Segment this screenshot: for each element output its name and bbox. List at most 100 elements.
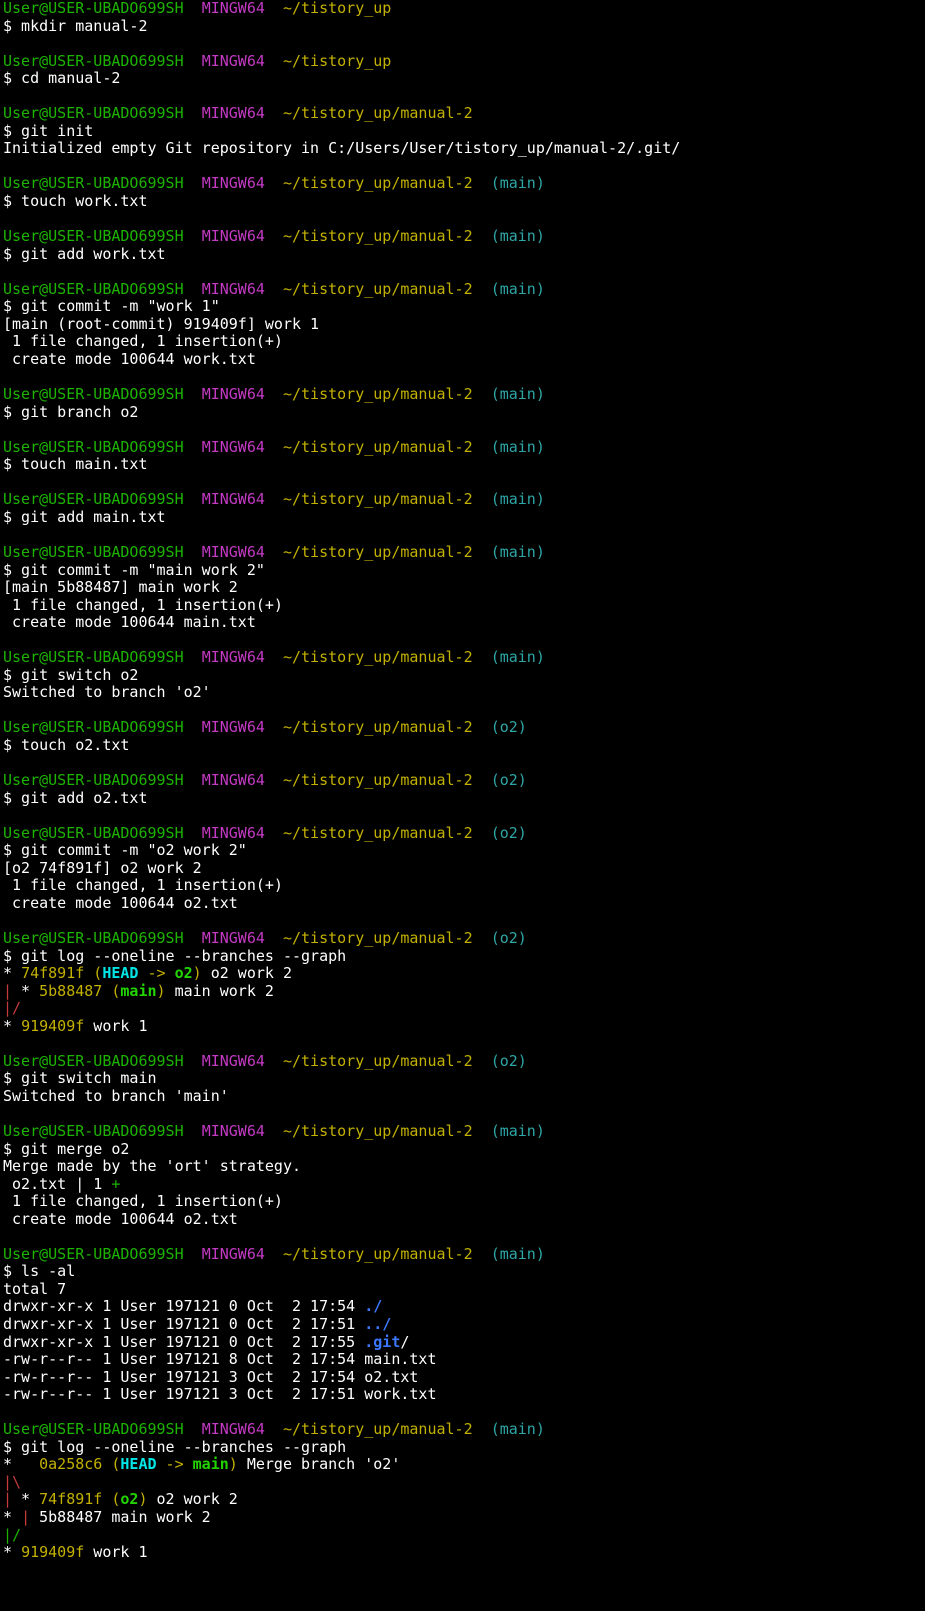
terminal-line: User@USER-UBADO699SH MINGW64 ~/tistory_u… xyxy=(3,1122,925,1141)
terminal-line: $ git switch main xyxy=(3,1070,925,1088)
terminal-line: drwxr-xr-x 1 User 197121 0 Oct 2 17:55 .… xyxy=(3,1332,925,1352)
terminal-line: -rw-r--r-- 1 User 197121 3 Oct 2 17:54 o… xyxy=(3,1368,925,1387)
terminal-text: $ git add o2.txt xyxy=(3,788,148,807)
terminal-text: main xyxy=(192,1455,229,1474)
terminal-text: * xyxy=(3,964,22,983)
terminal-text: | xyxy=(3,1490,13,1509)
terminal-text: User@USER-UBADO699SH xyxy=(3,104,184,123)
terminal-text: MINGW64 xyxy=(201,648,265,667)
terminal-text: $ git commit -m "o2 work 2" xyxy=(3,841,247,860)
terminal-line: User@USER-UBADO699SH MINGW64 ~/tistory_u… xyxy=(3,51,925,71)
terminal-line: User@USER-UBADO699SH MINGW64 ~/tistory_u… xyxy=(3,279,925,299)
terminal-window[interactable]: User@USER-UBADO699SH MINGW64 ~/tistory_u… xyxy=(0,0,925,1611)
terminal-text: drwxr-xr-x 1 User 197121 0 Oct 2 17:55 xyxy=(3,1332,365,1351)
terminal-text: $ git merge o2 xyxy=(3,1139,130,1158)
terminal-line: $ git branch o2 xyxy=(3,403,925,422)
terminal-text: MINGW64 xyxy=(201,385,265,404)
terminal-line: $ git add o2.txt xyxy=(3,788,925,808)
terminal-text: ~/tistory_up/manual-2 xyxy=(282,437,473,456)
terminal-text: ~/tistory_up xyxy=(282,51,392,70)
terminal-text: .git xyxy=(364,1332,401,1351)
terminal-line: $ touch main.txt xyxy=(3,455,925,474)
terminal-text: * xyxy=(3,1543,22,1562)
terminal-text: User@USER-UBADO699SH xyxy=(3,490,184,509)
terminal-line: $ git init xyxy=(3,122,925,141)
terminal-line: $ cd manual-2 xyxy=(3,69,925,88)
terminal-text: $ git commit -m "main work 2" xyxy=(3,560,265,579)
terminal-text: (main) xyxy=(490,1122,545,1140)
terminal-text: $ cd manual-2 xyxy=(3,69,121,88)
terminal-text: ~/tistory_up/manual-2 xyxy=(282,823,473,842)
terminal-text: $ git commit -m "work 1" xyxy=(3,297,220,316)
terminal-text: MINGW64 xyxy=(201,490,265,509)
terminal-text: o2 work 2 xyxy=(201,964,292,983)
terminal-text: (main) xyxy=(490,1420,545,1439)
terminal-line: $ git switch o2 xyxy=(3,666,925,685)
terminal-text: MINGW64 xyxy=(201,1122,265,1140)
terminal-text: (main) xyxy=(490,279,545,298)
terminal-text: 5b88487 ( xyxy=(39,981,121,1000)
terminal-text: $ git log --oneline --branches --graph xyxy=(3,1437,347,1456)
terminal-text: ~/tistory_up/manual-2 xyxy=(282,279,473,298)
terminal-text: ./ xyxy=(364,1297,383,1316)
terminal-text: [main 5b88487] main work 2 xyxy=(3,578,238,597)
terminal-line: * 919409f work 1 xyxy=(3,1543,925,1562)
terminal-text: + xyxy=(111,1174,121,1193)
terminal-text: HEAD xyxy=(120,1455,157,1474)
terminal-text: |\ xyxy=(3,1472,22,1491)
terminal-text: User@USER-UBADO699SH xyxy=(3,1244,184,1263)
terminal-text: create mode 100644 main.txt xyxy=(3,613,256,632)
terminal-text: (o2) xyxy=(490,928,527,947)
terminal-text: $ mkdir manual-2 xyxy=(3,16,148,35)
terminal-line: * 0a258c6 (HEAD -> main) Merge branch 'o… xyxy=(3,1456,925,1474)
terminal-text: MINGW64 xyxy=(201,1420,265,1439)
terminal-text: (o2) xyxy=(490,823,527,842)
terminal-text: (main) xyxy=(490,174,545,193)
terminal-line: User@USER-UBADO699SH MINGW64 ~/tistory_u… xyxy=(3,105,925,123)
terminal-text: MINGW64 xyxy=(201,227,265,246)
terminal-text: MINGW64 xyxy=(201,1244,265,1263)
terminal-text: User@USER-UBADO699SH xyxy=(3,771,184,790)
terminal-text: o2.txt | 1 xyxy=(3,1174,112,1193)
terminal-text: ~/tistory_up/manual-2 xyxy=(282,1420,473,1439)
terminal-line: [o2 74f891f] o2 work 2 xyxy=(3,859,925,878)
terminal-text: total 7 xyxy=(3,1279,67,1298)
terminal-text: User@USER-UBADO699SH xyxy=(3,1051,184,1070)
terminal-line: $ git add main.txt xyxy=(3,508,925,527)
terminal-line: |/ xyxy=(3,1526,925,1545)
terminal-text: ~/tistory_up/manual-2 xyxy=(282,928,473,947)
terminal-text: User@USER-UBADO699SH xyxy=(3,1420,184,1439)
terminal-text: User@USER-UBADO699SH xyxy=(3,542,184,561)
terminal-text: / xyxy=(400,1332,410,1351)
terminal-text: 1 file changed, 1 insertion(+) xyxy=(3,876,283,895)
terminal-line: $ ls -al xyxy=(3,1263,925,1281)
terminal-text: 919409f xyxy=(21,1543,85,1562)
terminal-text: [main (root-commit) 919409f] work 1 xyxy=(3,314,320,333)
terminal-text: create mode 100644 work.txt xyxy=(3,349,256,368)
terminal-line: 1 file changed, 1 insertion(+) xyxy=(3,877,925,895)
